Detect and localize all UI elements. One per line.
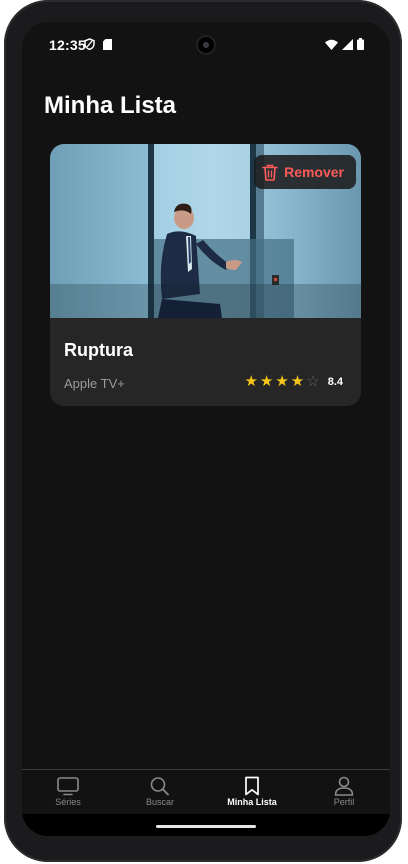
nav-label-minha-lista: Minha Lista — [227, 797, 277, 807]
nav-label-buscar: Buscar — [145, 797, 174, 807]
remove-button[interactable]: Remover — [254, 155, 356, 189]
vpn-shield-icon — [84, 38, 95, 50]
system-gesture-area — [22, 814, 390, 836]
star-empty-icon: ☆ — [306, 373, 320, 390]
battery-icon — [357, 38, 364, 50]
star-filled-icon: ★ — [259, 373, 274, 390]
series-rating: ★ ★ ★ ★ ☆ 8.4 — [244, 374, 343, 390]
person-icon — [334, 776, 354, 796]
star-filled-icon: ★ — [275, 373, 289, 390]
app-screen: 12:35 Minha Lista Remover Ruptura Apple … — [22, 22, 390, 836]
trash-icon — [262, 164, 278, 181]
remove-label: Remover — [284, 164, 344, 180]
series-network: Apple TV+ — [64, 376, 125, 391]
rating-stars: ★ ★ ★ ★ ☆ — [244, 374, 319, 390]
status-time: 12:35 — [49, 37, 86, 53]
front-camera — [196, 35, 216, 55]
series-card[interactable]: Remover Ruptura Apple TV+ ★ ★ ★ ★ ☆ 8.4 — [50, 144, 361, 406]
series-title: Ruptura — [64, 340, 133, 360]
status-bar: 12:35 — [22, 22, 390, 66]
wifi-icon — [325, 39, 338, 50]
home-indicator[interactable] — [156, 825, 256, 828]
rating-value: 8.4 — [327, 376, 343, 388]
nav-item-perfil[interactable]: Perfil — [298, 770, 390, 814]
page-title: Minha Lista — [44, 92, 177, 119]
bookmark-icon — [245, 776, 259, 796]
tv-icon — [57, 777, 79, 796]
star-filled-icon: ★ — [290, 373, 305, 390]
nav-item-series[interactable]: Séries — [22, 770, 114, 814]
nav-item-minha-lista[interactable]: Minha Lista — [206, 770, 298, 814]
sd-card-icon — [103, 38, 112, 50]
nav-label-perfil: Perfil — [333, 797, 355, 807]
nav-item-buscar[interactable]: Buscar — [114, 770, 206, 814]
nav-label-series: Séries — [55, 797, 81, 807]
phone-frame: 12:35 Minha Lista Remover Ruptura Apple … — [4, 0, 402, 862]
bottom-navigation: Séries Buscar Minha Lista Perfil — [22, 769, 390, 814]
search-icon — [150, 777, 169, 796]
signal-icon — [342, 38, 353, 50]
star-filled-icon: ★ — [244, 373, 258, 390]
series-poster-image: Remover — [50, 144, 361, 318]
